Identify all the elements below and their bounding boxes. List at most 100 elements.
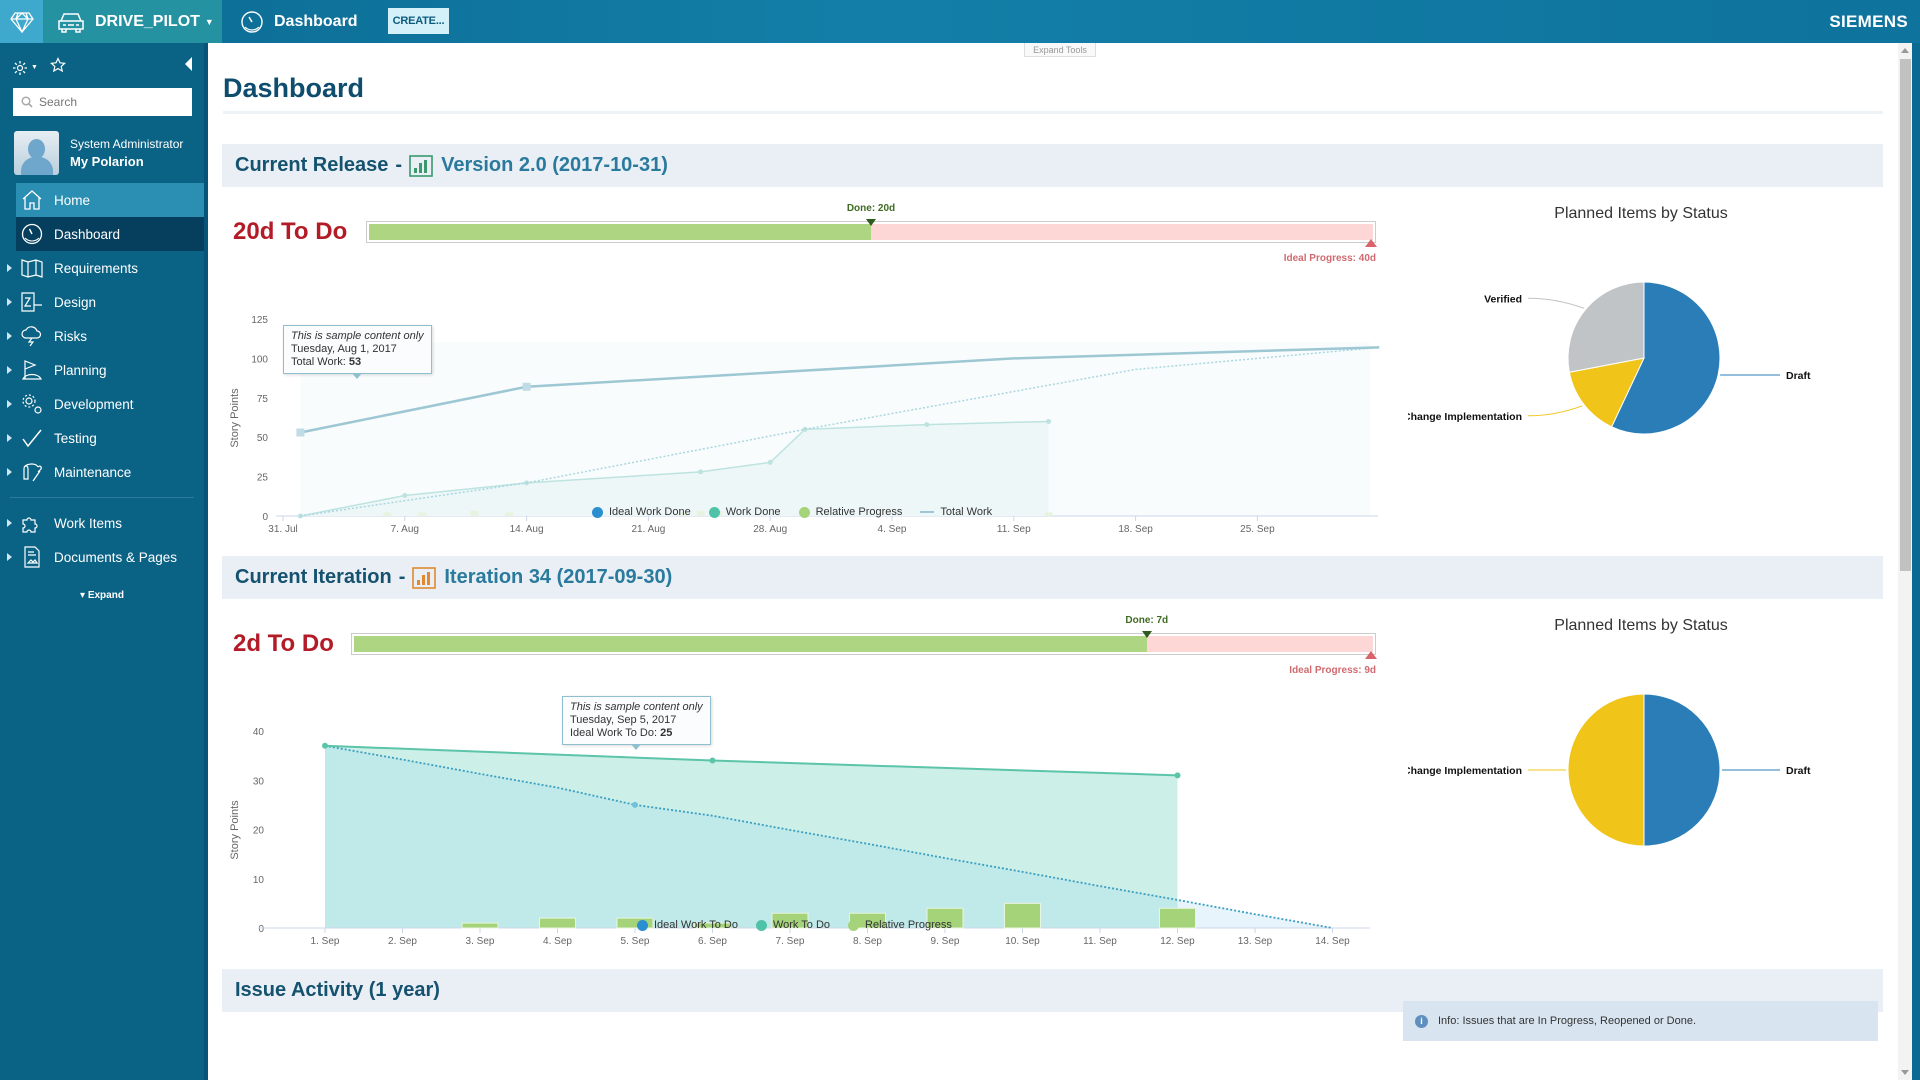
y-tick-label: 30	[253, 776, 265, 787]
legend-marker	[637, 919, 648, 931]
project-selector[interactable]: DRIVE_PILOT ▼	[43, 0, 222, 43]
vertical-scrollbar[interactable]	[1898, 43, 1912, 1080]
chevron-down-icon: ▼	[204, 16, 214, 27]
expand-arrow-icon[interactable]	[7, 366, 12, 374]
section-title: Issue Activity (1 year)	[235, 979, 440, 1001]
x-tick-label: 7. Aug	[391, 524, 419, 535]
x-tick-label: 1. Sep	[311, 936, 340, 947]
ideal-work-point	[632, 801, 638, 808]
star-icon	[49, 57, 66, 73]
legend-item[interactable]: Ideal Work To Do	[637, 919, 738, 931]
pie-connector	[1527, 405, 1583, 417]
legend-item[interactable]: Work To Do	[755, 919, 830, 931]
sidebar-item-label: Work Items	[54, 515, 123, 531]
home-icon	[22, 190, 42, 210]
release-pie-chart: Draft Change Implementation Verified	[1408, 281, 1811, 435]
section-title: Current Iteration	[235, 566, 392, 588]
car-icon	[58, 12, 84, 33]
user-profile[interactable]: System Administrator My Polarion	[14, 131, 183, 175]
expand-arrow-icon[interactable]	[7, 298, 12, 306]
search-input[interactable]	[39, 95, 189, 109]
y-tick-label: 25	[257, 473, 269, 484]
x-tick-label: 28. Aug	[753, 524, 787, 535]
settings-button[interactable]: ▼	[12, 60, 38, 76]
relative-progress-bar	[505, 512, 514, 516]
sidebar-item-home[interactable]: Home	[16, 183, 204, 217]
y-tick-label: 20	[253, 826, 265, 837]
gear-icon	[13, 60, 27, 75]
expand-tools-button[interactable]: Expand Tools	[1024, 43, 1096, 57]
scroll-up-icon[interactable]	[1901, 48, 1909, 53]
sidebar-item-testing[interactable]: Testing	[0, 421, 204, 455]
legend-marker	[708, 506, 720, 518]
pie-label: Change Implementation	[1408, 765, 1522, 777]
expand-arrow-icon[interactable]	[7, 434, 12, 442]
sidebar-item-label: Development	[54, 396, 134, 412]
x-tick-label: 3. Sep	[466, 936, 495, 947]
pie-slice	[1643, 693, 1721, 847]
sidebar-item-work-items[interactable]: Work Items	[0, 506, 204, 540]
iteration-link[interactable]: Iteration 34 (2017-09-30)	[412, 566, 672, 589]
search-icon	[21, 96, 33, 108]
legend-label: Work Done	[725, 506, 781, 518]
legend-item[interactable]: Work Done	[708, 506, 781, 518]
sidebar-item-dashboard[interactable]: Dashboard	[16, 217, 204, 251]
bar-chart-icon	[412, 566, 437, 589]
release-section-header: Current Release - Version 2.0 (2017-10-3…	[222, 144, 1883, 187]
legend-label: Total Work	[940, 506, 993, 518]
sidebar: ▼ System Administrator My Polarion Home …	[0, 43, 208, 1080]
legend-item[interactable]: Relative Progress	[848, 919, 952, 931]
x-tick-label: 6. Sep	[698, 936, 727, 947]
favorites-button[interactable]	[49, 57, 66, 78]
release-link[interactable]: Version 2.0 (2017-10-31)	[409, 154, 668, 177]
my-polarion-link[interactable]: My Polarion	[70, 153, 183, 170]
legend-marker	[920, 511, 935, 513]
pie-label: Verified	[1484, 293, 1522, 305]
chevron-down-icon: ▼	[31, 64, 38, 71]
legend-item[interactable]: Ideal Work Done	[592, 506, 691, 518]
expand-arrow-icon[interactable]	[7, 332, 12, 340]
scrollbar-thumb[interactable]	[1900, 59, 1911, 571]
sidebar-item-design[interactable]: Design	[0, 285, 204, 319]
work-to-do-point	[709, 757, 716, 764]
sidebar-item-planning[interactable]: Planning	[0, 353, 204, 387]
expand-arrow-icon[interactable]	[7, 264, 12, 272]
work-done-point	[924, 422, 930, 428]
done-label: Done: 7d	[1125, 615, 1169, 626]
legend-item[interactable]: Total Work	[920, 506, 992, 518]
tooltip-value: 25	[660, 727, 673, 739]
sidebar-item-requirements[interactable]: Requirements	[0, 251, 204, 285]
current-page-tab[interactable]: Dashboard	[240, 0, 358, 43]
tooltip-label: Ideal Work To Do:	[570, 727, 661, 739]
collapse-sidebar-button[interactable]	[185, 57, 192, 71]
info-text: Info: Issues that are In Progress, Reope…	[1438, 1015, 1697, 1027]
expand-arrow-icon[interactable]	[7, 468, 12, 476]
pie-label: Draft	[1786, 765, 1811, 777]
sidebar-item-maintenance[interactable]: Maintenance	[0, 455, 204, 489]
legend-label: Relative Progress	[815, 506, 903, 518]
legend-item[interactable]: Relative Progress	[798, 506, 903, 518]
pie-slice	[1567, 693, 1645, 847]
gears-icon	[22, 394, 42, 414]
pie-title: Planned Items by Status	[1554, 205, 1728, 222]
create-button[interactable]: CREATE...	[388, 8, 449, 34]
x-tick-label: 31. Jul	[268, 524, 297, 535]
avatar	[14, 131, 59, 175]
expand-arrow-icon[interactable]	[7, 553, 12, 561]
total-work-point	[522, 382, 531, 391]
sidebar-expand-link[interactable]: ▾ Expand	[0, 590, 204, 601]
y-tick-label: 0	[258, 924, 264, 935]
polarion-logo[interactable]	[0, 0, 43, 43]
legend-label: Ideal Work Done	[609, 506, 691, 518]
sidebar-item-documents[interactable]: Documents & Pages	[0, 540, 204, 574]
scroll-down-icon[interactable]	[1901, 1070, 1909, 1075]
x-tick-label: 2. Sep	[388, 936, 417, 947]
work-done-point	[402, 493, 408, 499]
expand-arrow-icon[interactable]	[7, 519, 12, 527]
expand-arrow-icon[interactable]	[7, 400, 12, 408]
x-tick-label: 18. Sep	[1118, 524, 1153, 535]
sidebar-search[interactable]	[13, 88, 192, 116]
sidebar-item-development[interactable]: Development	[0, 387, 204, 421]
work-done-point	[698, 469, 704, 475]
sidebar-item-risks[interactable]: Risks	[0, 319, 204, 353]
